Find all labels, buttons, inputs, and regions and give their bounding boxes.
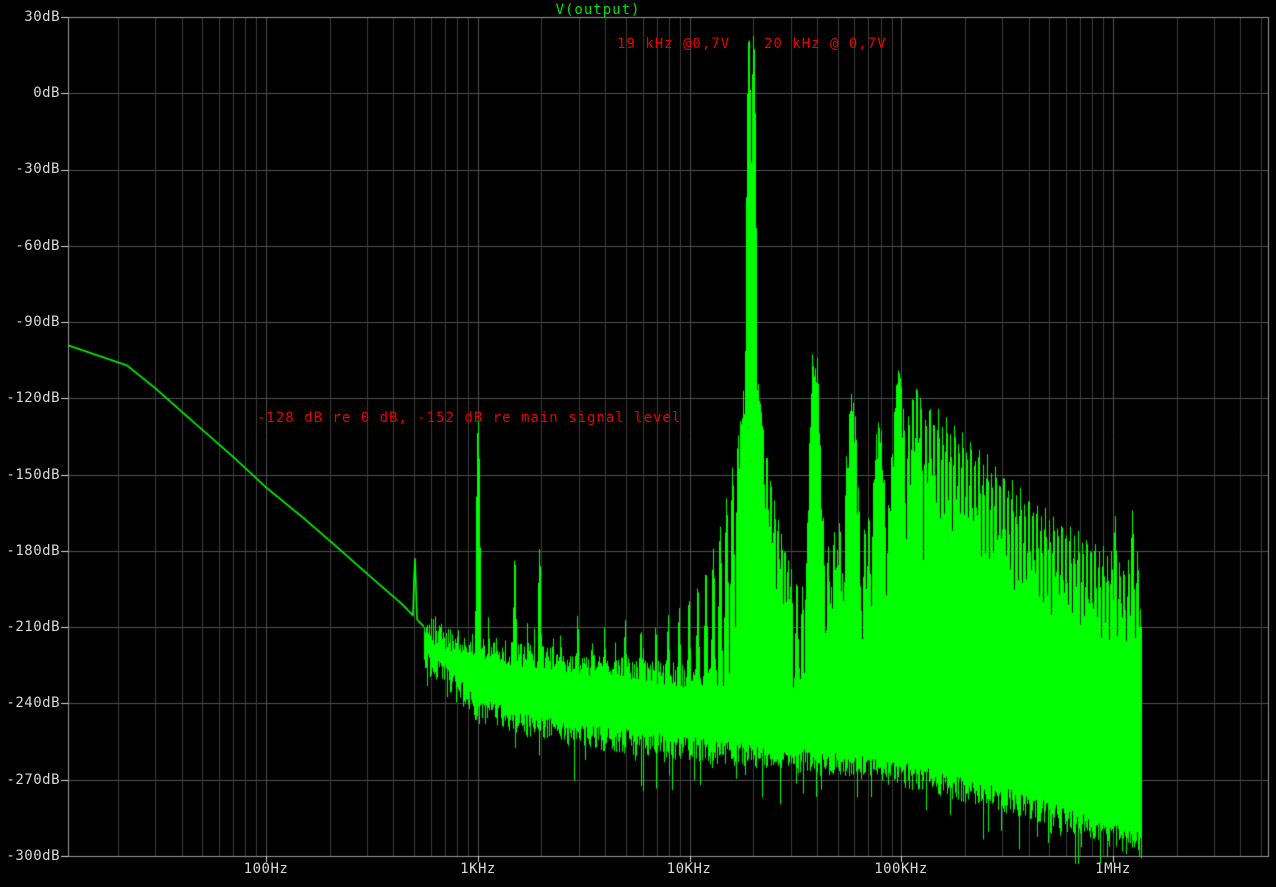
x-axis-tick-label: 1MHz (1095, 861, 1131, 877)
x-axis-tick-label: 100Hz (243, 861, 289, 877)
y-axis-tick-label: -210dB (6, 619, 60, 635)
annotation-imd-level: -128 dB re 0 dB, -152 dB re main signal … (257, 410, 682, 426)
y-axis-tick-label: -60dB (15, 238, 60, 254)
y-axis-tick-label: -180dB (6, 543, 60, 559)
annotation-20khz-tone: 20 kHz @ 0,7V (764, 36, 887, 52)
y-axis-tick-label: -270dB (6, 772, 60, 788)
x-axis-tick-label: 100KHz (874, 861, 928, 877)
y-axis-tick-label: -150dB (6, 467, 60, 483)
annotation-19khz-tone: 19 kHz @0,7V (617, 36, 731, 52)
x-axis-tick-label: 1KHz (460, 861, 496, 877)
fft-plot-canvas[interactable] (0, 0, 1276, 887)
y-axis-tick-label: -90dB (15, 314, 60, 330)
trace-label[interactable]: V(output) (556, 2, 641, 18)
x-axis-tick-label: 10KHz (666, 861, 712, 877)
y-axis-tick-label: 30dB (24, 9, 60, 25)
y-axis-tick-label: -240dB (6, 695, 60, 711)
y-axis-tick-label: -300dB (6, 848, 60, 864)
y-axis-tick-label: 0dB (33, 85, 60, 101)
y-axis-tick-label: -120dB (6, 390, 60, 406)
waveform-viewer-window: V(output) 19 kHz @0,7V 20 kHz @ 0,7V -12… (0, 0, 1276, 887)
y-axis-tick-label: -30dB (15, 161, 60, 177)
